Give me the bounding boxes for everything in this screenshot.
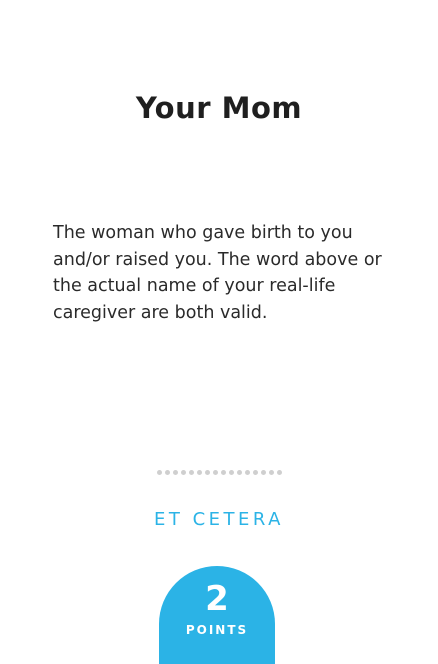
divider-dot [260,470,266,475]
card-title: Your Mom [135,91,303,125]
divider-dot [164,470,170,475]
divider-dot [188,470,194,475]
divider-dot [252,470,258,475]
divider-dot [268,470,274,475]
divider-dot [276,470,282,475]
divider-dot [156,470,162,475]
game-card: Your Mom The woman who gave birth to you… [0,0,438,664]
divider-dot [244,470,250,475]
card-description: The woman who gave birth to you and/or r… [53,223,382,323]
divider-dot [228,470,234,475]
divider-dot [172,470,178,475]
points-value: 2 [205,579,229,619]
divider-dot [212,470,218,475]
divider-dot [236,470,242,475]
divider-dot [204,470,210,475]
divider-dot [180,470,186,475]
divider-dot [220,470,226,475]
card-category: ET CETERA [154,509,284,530]
dotted-divider [0,470,438,475]
points-badge: 2 POINTS [159,566,275,664]
divider-dot [196,470,202,475]
points-label: POINTS [185,623,249,637]
